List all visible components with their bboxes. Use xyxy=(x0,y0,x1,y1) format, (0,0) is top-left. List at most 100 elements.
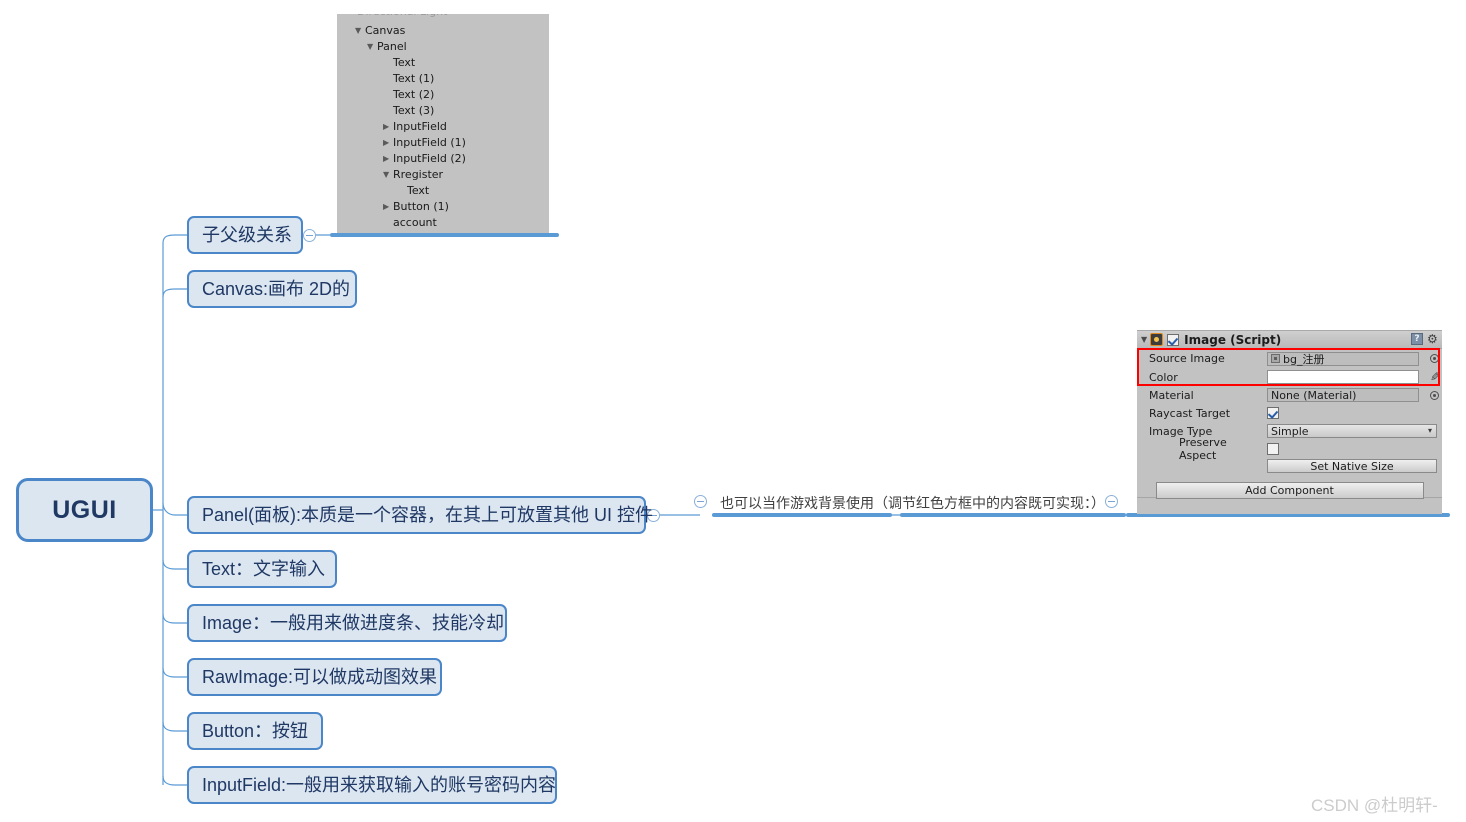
set-native-size-row[interactable]: Set Native Size xyxy=(1137,458,1442,474)
add-component-button[interactable]: Add Component xyxy=(1155,481,1424,499)
hierarchy-row[interactable]: Text (2) xyxy=(337,87,549,103)
mindmap-node-label: Text：文字输入 xyxy=(202,559,326,579)
mindmap-root-label: UGUI xyxy=(52,495,117,524)
hierarchy-row-label: Text (3) xyxy=(393,104,435,117)
hierarchy-row-label: Text xyxy=(407,184,430,197)
unity-inspector-panel[interactable]: ▼ Image (Script) ? ⚙ Source Image bg_注册 … xyxy=(1137,330,1442,514)
mindmap-node-parent-child[interactable]: 子父级关系 xyxy=(187,216,303,254)
hierarchy-row-label: Rregister xyxy=(393,168,444,181)
hierarchy-row[interactable]: Text xyxy=(337,183,549,199)
hierarchy-row-label: Panel xyxy=(377,40,407,53)
mindmap-node-text[interactable]: Text：文字输入 xyxy=(187,550,337,588)
raycast-target-row[interactable]: Raycast Target xyxy=(1137,404,1442,422)
eyedropper-icon[interactable]: ✎ xyxy=(1430,370,1440,384)
component-enabled-checkbox[interactable] xyxy=(1167,333,1180,346)
mindmap-node-image[interactable]: Image：一般用来做进度条、技能冷却 xyxy=(187,604,507,642)
foldout-triangle-icon[interactable]: ▶ xyxy=(383,199,389,215)
hierarchy-row-label: InputField (2) xyxy=(393,152,466,165)
mindmap-node-inputfield[interactable]: InputField:一般用来获取输入的账号密码内容 xyxy=(187,766,557,804)
set-native-size-label: Set Native Size xyxy=(1310,459,1394,473)
image-type-dropdown[interactable]: Simple ▾ xyxy=(1267,424,1437,438)
mindmap-node-label: Image：一般用来做进度条、技能冷却 xyxy=(202,613,505,633)
mindmap-node-label: Button：按钮 xyxy=(202,721,309,741)
hierarchy-row-label: Text xyxy=(393,56,416,69)
mindmap-node-button[interactable]: Button：按钮 xyxy=(187,712,323,750)
source-image-field[interactable]: bg_注册 xyxy=(1267,351,1419,366)
material-value: None (Material) xyxy=(1271,388,1357,402)
collapse-toggle-parent-child[interactable] xyxy=(303,229,316,242)
object-picker-icon[interactable] xyxy=(1430,354,1439,363)
foldout-triangle-icon[interactable]: ▶ xyxy=(383,119,389,135)
preserve-aspect-checkbox[interactable] xyxy=(1267,443,1279,455)
hierarchy-row[interactable]: Text (3) xyxy=(337,103,549,119)
hierarchy-row[interactable]: Text xyxy=(337,55,549,71)
mindmap-node-panel[interactable]: Panel(面板):本质是一个容器，在其上可放置其他 UI 控件 xyxy=(187,496,653,534)
mindmap-node-rawimage[interactable]: RawImage:可以做成动图效果 xyxy=(187,658,442,696)
image-type-value: Simple xyxy=(1271,424,1309,438)
collapse-toggle-annotation-right[interactable] xyxy=(1105,495,1118,508)
sprite-icon xyxy=(1271,354,1280,363)
mindmap-node-label: Canvas:画布 2D的 xyxy=(202,279,351,299)
foldout-triangle-icon[interactable]: ▼ xyxy=(355,23,361,39)
panel-link-bar-left xyxy=(712,513,892,517)
hierarchy-row[interactable]: ▼ Panel xyxy=(337,39,549,55)
script-icon xyxy=(1150,333,1164,346)
hierarchy-underline-bar xyxy=(330,233,559,237)
hierarchy-row[interactable]: Text (1) xyxy=(337,71,549,87)
add-component-label: Add Component xyxy=(1245,483,1334,497)
header-icon-group: ? ⚙ xyxy=(1411,333,1439,345)
panel-link-bar-right xyxy=(900,513,1126,517)
mindmap-node-canvas[interactable]: Canvas:画布 2D的 xyxy=(187,270,357,308)
panel-annotation-text: 也可以当作游戏背景使用（调节红色方框中的内容既可实现：） xyxy=(720,495,1105,511)
foldout-triangle-icon[interactable]: ▼ xyxy=(1141,335,1147,344)
material-label: Material xyxy=(1149,388,1194,402)
material-field[interactable]: None (Material) xyxy=(1267,388,1419,402)
hierarchy-row[interactable]: Directional Light xyxy=(337,14,549,23)
hierarchy-row-label: Directional Light xyxy=(357,14,447,17)
hierarchy-row[interactable]: ▶ InputField (1) xyxy=(337,135,549,151)
raycast-target-checkbox[interactable] xyxy=(1267,407,1279,419)
source-image-row[interactable]: Source Image bg_注册 xyxy=(1137,349,1442,368)
hierarchy-row[interactable]: ▶ InputField (2) xyxy=(337,151,549,167)
foldout-triangle-icon[interactable]: ▼ xyxy=(367,39,373,55)
mindmap-node-label: RawImage:可以做成动图效果 xyxy=(202,667,438,687)
source-image-value: bg_注册 xyxy=(1283,352,1325,366)
unity-hierarchy-panel[interactable]: Directional Light ▼ Canvas ▼ Panel Text … xyxy=(337,14,549,233)
hierarchy-row[interactable]: ▶ InputField xyxy=(337,119,549,135)
foldout-triangle-icon[interactable]: ▼ xyxy=(383,167,389,183)
inspector-title: Image (Script) xyxy=(1184,332,1282,347)
foldout-triangle-icon[interactable]: ▶ xyxy=(383,135,389,151)
hierarchy-row-label: Text (2) xyxy=(393,88,435,101)
object-picker-icon[interactable] xyxy=(1430,390,1439,400)
raycast-target-label: Raycast Target xyxy=(1149,406,1231,420)
chevron-updown-icon: ▾ xyxy=(1427,426,1432,435)
mindmap-node-label: InputField:一般用来获取输入的账号密码内容 xyxy=(202,775,557,795)
hierarchy-row[interactable]: ▶ Button (1) xyxy=(337,199,549,215)
hierarchy-row-label: Text (1) xyxy=(393,72,435,85)
add-component-row[interactable]: Add Component xyxy=(1137,480,1442,500)
collapse-toggle-annotation-left[interactable] xyxy=(694,495,707,508)
foldout-triangle-icon[interactable]: ▶ xyxy=(383,151,389,167)
hierarchy-row[interactable]: account xyxy=(337,215,549,231)
help-icon[interactable]: ? xyxy=(1411,333,1423,345)
hierarchy-row[interactable]: ▼ Canvas xyxy=(337,23,549,39)
inspector-component-header[interactable]: ▼ Image (Script) ? ⚙ xyxy=(1137,331,1442,349)
csdn-watermark: CSDN @杜明轩- xyxy=(1311,796,1438,815)
source-image-label: Source Image xyxy=(1149,352,1225,365)
hierarchy-row[interactable]: ▼ Rregister xyxy=(337,167,549,183)
hierarchy-row-label: account xyxy=(393,216,437,229)
hierarchy-row-label: InputField xyxy=(393,120,447,133)
mindmap-node-label: Panel(面板):本质是一个容器，在其上可放置其他 UI 控件 xyxy=(202,505,654,525)
hierarchy-row-label: Button (1) xyxy=(393,200,449,213)
hierarchy-row-label: Canvas xyxy=(365,24,406,37)
set-native-size-button[interactable]: Set Native Size xyxy=(1267,459,1437,473)
gear-icon[interactable]: ⚙ xyxy=(1427,333,1439,345)
color-swatch-field[interactable] xyxy=(1267,370,1419,384)
color-label: Color xyxy=(1149,370,1178,384)
mindmap-root-node[interactable]: UGUI xyxy=(16,478,153,542)
hierarchy-row-label: InputField (1) xyxy=(393,136,466,149)
material-row[interactable]: Material None (Material) xyxy=(1137,386,1442,404)
color-row[interactable]: Color ✎ xyxy=(1137,368,1442,386)
preserve-aspect-row[interactable]: Preserve Aspect xyxy=(1137,436,1442,462)
mindmap-node-label: 子父级关系 xyxy=(202,225,292,245)
